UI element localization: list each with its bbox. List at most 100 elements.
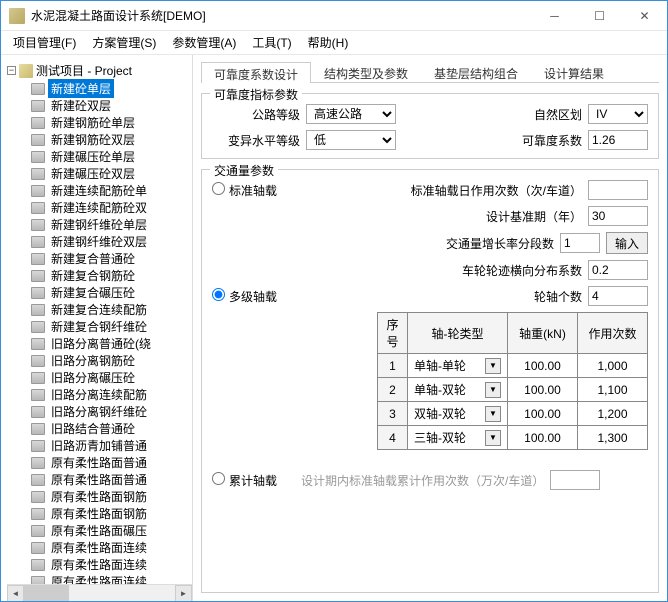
tree-item[interactable]: 新建钢纤维砼单层	[7, 216, 192, 233]
input-design-period[interactable]	[588, 206, 648, 226]
input-cumulative[interactable]	[550, 470, 600, 490]
window-title: 水泥混凝土路面设计系统[DEMO]	[31, 7, 532, 24]
tree-item[interactable]: 原有柔性路面普通	[7, 454, 192, 471]
tree-item[interactable]: 原有柔性路面普通	[7, 471, 192, 488]
minimize-button[interactable]: ─	[532, 1, 577, 30]
cell-count[interactable]: 1,300	[578, 426, 648, 450]
cell-count[interactable]: 1,000	[578, 354, 648, 378]
close-button[interactable]: ✕	[622, 1, 667, 30]
file-icon	[31, 491, 45, 503]
cell-type[interactable]: 单轴-双轮▼	[408, 378, 508, 402]
menu-project[interactable]: 项目管理(F)	[7, 32, 82, 53]
input-axle-count[interactable]	[588, 286, 648, 306]
file-icon	[31, 117, 45, 129]
tree-item[interactable]: 旧路分离普通砼(绕	[7, 335, 192, 352]
cell-weight[interactable]: 100.00	[508, 354, 578, 378]
tree-item[interactable]: 旧路分离钢纤维砼	[7, 403, 192, 420]
tree-item[interactable]: 旧路沥青加铺普通	[7, 437, 192, 454]
tree-item[interactable]: 新建复合碾压砼	[7, 284, 192, 301]
tree-item[interactable]: 新建复合钢筋砼	[7, 267, 192, 284]
file-icon	[31, 508, 45, 520]
file-icon	[31, 236, 45, 248]
tree-item[interactable]: 新建连续配筋砼单	[7, 182, 192, 199]
cell-weight[interactable]: 100.00	[508, 426, 578, 450]
tree-item[interactable]: 新建砼双层	[7, 97, 192, 114]
cell-count[interactable]: 1,100	[578, 378, 648, 402]
axle-table[interactable]: 序号 轴-轮类型 轴重(kN) 作用次数 1单轴-单轮▼100.001,0002…	[377, 312, 648, 450]
file-icon	[31, 457, 45, 469]
tree-item[interactable]: 新建碾压砼双层	[7, 165, 192, 182]
file-icon	[31, 559, 45, 571]
file-icon	[31, 474, 45, 486]
horizontal-scrollbar[interactable]: ◄ ►	[7, 584, 192, 601]
tab-reliability[interactable]: 可靠度系数设计	[201, 62, 311, 83]
menu-params[interactable]: 参数管理(A)	[166, 32, 242, 53]
tree-item[interactable]: 新建钢纤维砼双层	[7, 233, 192, 250]
chevron-down-icon[interactable]: ▼	[485, 406, 501, 422]
tree-root-label[interactable]: 测试项目 - Project	[36, 62, 132, 79]
tree-item[interactable]: 新建复合普通砼	[7, 250, 192, 267]
tree-item[interactable]: 新建钢筋砼双层	[7, 131, 192, 148]
tree-item[interactable]: 旧路分离碾压砼	[7, 369, 192, 386]
input-lateral-coef[interactable]	[588, 260, 648, 280]
tree-item[interactable]: 旧路结合普通砼	[7, 420, 192, 437]
label-reliability-coef: 可靠度系数	[522, 132, 582, 149]
tree-collapse-icon[interactable]: −	[7, 66, 16, 75]
chevron-down-icon[interactable]: ▼	[485, 358, 501, 374]
file-icon	[31, 338, 45, 350]
radio-multi-axle[interactable]: 多级轴载	[212, 288, 277, 305]
select-variation[interactable]: 低	[306, 130, 396, 150]
tree-item[interactable]: 新建碾压砼单层	[7, 148, 192, 165]
maximize-button[interactable]: ☐	[577, 1, 622, 30]
tab-structure[interactable]: 结构类型及参数	[311, 61, 421, 82]
tree-item[interactable]: 原有柔性路面连续	[7, 539, 192, 556]
file-icon	[31, 253, 45, 265]
input-reliability-coef[interactable]	[588, 130, 648, 150]
label-growth-segments: 交通量增长率分段数	[446, 235, 554, 252]
table-row[interactable]: 4三轴-双轮▼100.001,300	[378, 426, 648, 450]
folder-icon	[19, 64, 33, 78]
file-icon	[31, 202, 45, 214]
tree-item[interactable]: 旧路分离连续配筋	[7, 386, 192, 403]
scroll-left-icon[interactable]: ◄	[7, 585, 24, 602]
table-row[interactable]: 2单轴-双轮▼100.001,100	[378, 378, 648, 402]
cell-type[interactable]: 双轴-双轮▼	[408, 402, 508, 426]
tree-item[interactable]: 新建连续配筋砼双	[7, 199, 192, 216]
tree-item[interactable]: 原有柔性路面钢筋	[7, 505, 192, 522]
project-tree[interactable]: − 测试项目 - Project 新建砼单层新建砼双层新建钢筋砼单层新建钢筋砼双…	[7, 61, 192, 584]
menu-tools[interactable]: 工具(T)	[246, 32, 297, 53]
table-row[interactable]: 1单轴-单轮▼100.001,000	[378, 354, 648, 378]
label-cumulative: 设计期内标准轴载累计作用次数（万次/车道）	[301, 472, 544, 489]
tree-item[interactable]: 新建复合钢纤维砼	[7, 318, 192, 335]
chevron-down-icon[interactable]: ▼	[485, 430, 501, 446]
input-button[interactable]: 输入	[606, 232, 648, 254]
select-road-grade[interactable]: 高速公路	[306, 104, 396, 124]
menu-help[interactable]: 帮助(H)	[302, 32, 355, 53]
tree-item[interactable]: 原有柔性路面碾压	[7, 522, 192, 539]
tab-foundation[interactable]: 基垫层结构组合	[421, 61, 531, 82]
select-zone[interactable]: IV	[588, 104, 648, 124]
menu-scheme[interactable]: 方案管理(S)	[86, 32, 162, 53]
file-icon	[31, 270, 45, 282]
tree-item[interactable]: 旧路分离钢筋砼	[7, 352, 192, 369]
chevron-down-icon[interactable]: ▼	[485, 382, 501, 398]
tree-item[interactable]: 新建砼单层	[7, 80, 192, 97]
scroll-thumb[interactable]	[24, 585, 69, 601]
scroll-right-icon[interactable]: ►	[175, 585, 192, 602]
tab-result[interactable]: 设计算结果	[531, 61, 617, 82]
cell-weight[interactable]: 100.00	[508, 378, 578, 402]
tree-item[interactable]: 新建复合连续配筋	[7, 301, 192, 318]
radio-standard-axle[interactable]: 标准轴载	[212, 182, 277, 199]
tree-item[interactable]: 新建钢筋砼单层	[7, 114, 192, 131]
radio-cumulative-axle[interactable]: 累计轴载	[212, 472, 277, 489]
tree-item[interactable]: 原有柔性路面连续	[7, 573, 192, 584]
tree-item[interactable]: 原有柔性路面钢筋	[7, 488, 192, 505]
cell-weight[interactable]: 100.00	[508, 402, 578, 426]
input-daily-count[interactable]	[588, 180, 648, 200]
table-row[interactable]: 3双轴-双轮▼100.001,200	[378, 402, 648, 426]
tree-item[interactable]: 原有柔性路面连续	[7, 556, 192, 573]
input-growth-segments[interactable]	[560, 233, 600, 253]
cell-type[interactable]: 三轴-双轮▼	[408, 426, 508, 450]
cell-type[interactable]: 单轴-单轮▼	[408, 354, 508, 378]
cell-count[interactable]: 1,200	[578, 402, 648, 426]
